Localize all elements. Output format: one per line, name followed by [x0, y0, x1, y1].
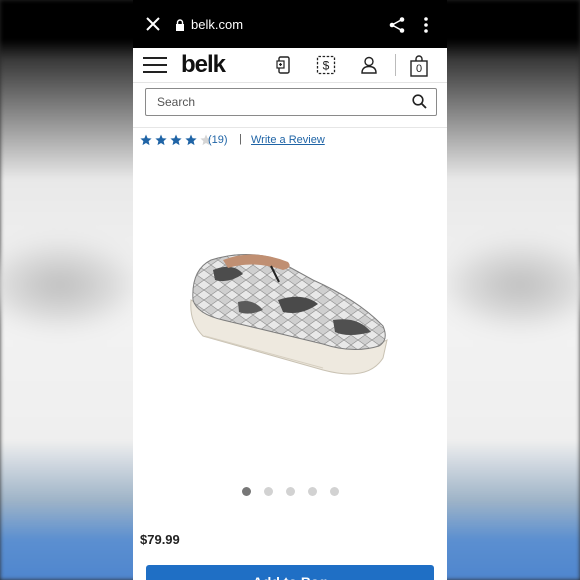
rating-row: (19) | Write a Review: [140, 133, 440, 149]
star-icon: [185, 134, 197, 146]
write-review-link[interactable]: Write a Review: [251, 134, 325, 146]
phone-screen: belk.com belk $ 0 Search (19) | Write a …: [133, 0, 447, 580]
search-input[interactable]: [146, 89, 407, 115]
belk-logo[interactable]: belk: [181, 51, 226, 79]
carousel-dot[interactable]: [242, 487, 251, 496]
share-icon[interactable]: [388, 16, 406, 34]
star-icon: [170, 134, 182, 146]
hamburger-icon[interactable]: [143, 55, 167, 75]
carousel-dot[interactable]: [286, 487, 295, 496]
image-carousel-dots: [242, 487, 342, 497]
rating-separator: |: [239, 133, 242, 145]
bag-count: 0: [415, 63, 423, 75]
mobile-app-icon[interactable]: [275, 55, 295, 75]
carousel-dot[interactable]: [308, 487, 317, 496]
header-divider: [395, 54, 396, 76]
product-price: $79.99: [140, 532, 180, 547]
close-icon[interactable]: [143, 14, 163, 34]
lock-icon: [175, 18, 185, 31]
svg-text:$: $: [323, 59, 330, 73]
blurred-product-left: [0, 240, 140, 330]
dollar-deals-icon[interactable]: $: [316, 55, 336, 75]
star-icon: [155, 134, 167, 146]
product-image[interactable]: [183, 240, 403, 390]
account-icon[interactable]: [359, 55, 379, 75]
bag-icon[interactable]: 0: [409, 55, 429, 77]
carousel-dot[interactable]: [330, 487, 339, 496]
url-text[interactable]: belk.com: [191, 17, 243, 32]
site-header: belk $ 0: [133, 48, 447, 83]
star-icon: [140, 134, 152, 146]
more-vert-icon[interactable]: [423, 15, 429, 35]
section-divider: [133, 127, 447, 128]
carousel-dot[interactable]: [264, 487, 273, 496]
blurred-product-right: [440, 240, 580, 330]
browser-bar: belk.com: [133, 0, 447, 48]
star-rating[interactable]: [140, 134, 212, 147]
search-bar[interactable]: [145, 88, 437, 116]
add-to-bag-button[interactable]: Add to Bag: [146, 565, 434, 580]
review-count[interactable]: (19): [208, 134, 228, 146]
search-icon[interactable]: [412, 94, 427, 109]
